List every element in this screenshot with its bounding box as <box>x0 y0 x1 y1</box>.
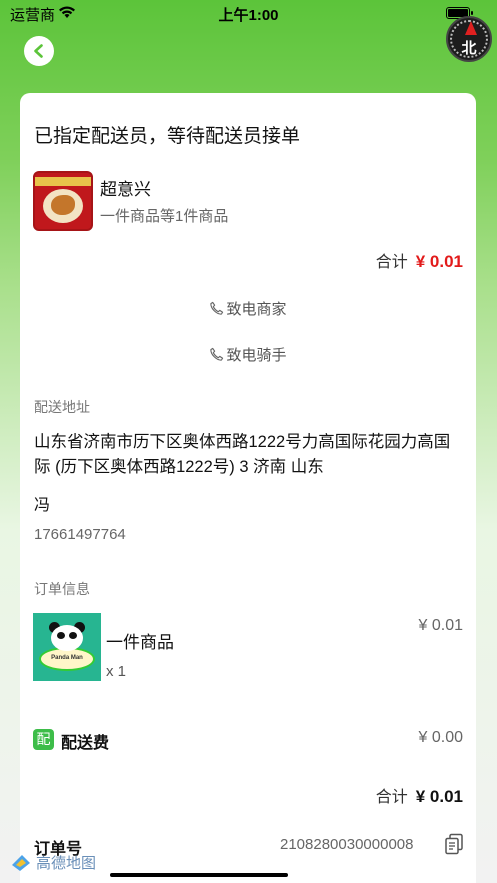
delivery-address: 山东省济南市历下区奥体西路1222号力高国际花园力高国际 (历下区奥体西路122… <box>34 433 451 476</box>
map-logo: 高德地图 <box>10 852 96 873</box>
amap-logo-icon <box>12 854 30 871</box>
order-info-total-label: 合计 <box>375 789 408 806</box>
order-number-value: 2108280030000008 <box>280 836 414 853</box>
delivery-fee-icon: 配 <box>33 729 54 750</box>
order-total-value: ¥ 0.01 <box>415 252 463 271</box>
status-time: 上午1:00 <box>218 7 279 24</box>
delivery-fee-value: ¥ 0.00 <box>418 729 463 746</box>
call-rider-button[interactable]: 致电骑手 <box>20 344 476 365</box>
call-merchant-button[interactable]: 致电商家 <box>20 298 476 319</box>
back-button[interactable] <box>24 36 54 66</box>
recipient-name: 冯 <box>34 497 51 514</box>
item-price: ¥ 0.01 <box>418 617 463 634</box>
shop-logo <box>33 171 93 231</box>
call-merchant-label: 致电商家 <box>226 301 287 318</box>
shop-name: 超意兴 <box>100 180 151 199</box>
order-status-title: 已指定配送员，等待配送员接单 <box>34 126 301 147</box>
copy-icon[interactable] <box>444 833 464 860</box>
call-rider-label: 致电骑手 <box>226 347 287 364</box>
compass-button[interactable]: 北 <box>446 16 492 62</box>
delivery-fee-label: 配送费 <box>61 735 110 752</box>
delivery-address-label: 配送地址 <box>34 399 90 415</box>
home-indicator[interactable] <box>110 873 288 877</box>
order-info-label: 订单信息 <box>34 581 90 597</box>
item-quantity: x 1 <box>106 663 127 680</box>
phone-icon <box>210 301 224 315</box>
phone-icon <box>210 347 224 361</box>
compass-north-label: 北 <box>461 40 477 57</box>
order-total-label: 合计 <box>375 254 408 271</box>
status-bar: 运营商 上午1:00 <box>0 0 497 26</box>
compass-needle-icon <box>465 21 477 35</box>
chevron-left-icon <box>34 44 43 58</box>
order-total: 合计 ¥ 0.01 <box>376 248 463 272</box>
shop-summary: 一件商品等1件商品 <box>100 208 229 225</box>
recipient-phone: 17661497764 <box>34 526 126 543</box>
item-image-label: Panda Man <box>51 655 83 661</box>
item-name: 一件商品 <box>106 633 174 652</box>
order-info-total-value: ¥ 0.01 <box>415 787 463 806</box>
item-image: Panda Man <box>33 613 101 681</box>
order-detail-card: 已指定配送员，等待配送员接单 超意兴 一件商品等1件商品 合计 ¥ 0.01 致电… <box>20 93 476 883</box>
order-info-total: 合计 ¥ 0.01 <box>376 783 463 807</box>
map-logo-text: 高德地图 <box>36 855 97 872</box>
